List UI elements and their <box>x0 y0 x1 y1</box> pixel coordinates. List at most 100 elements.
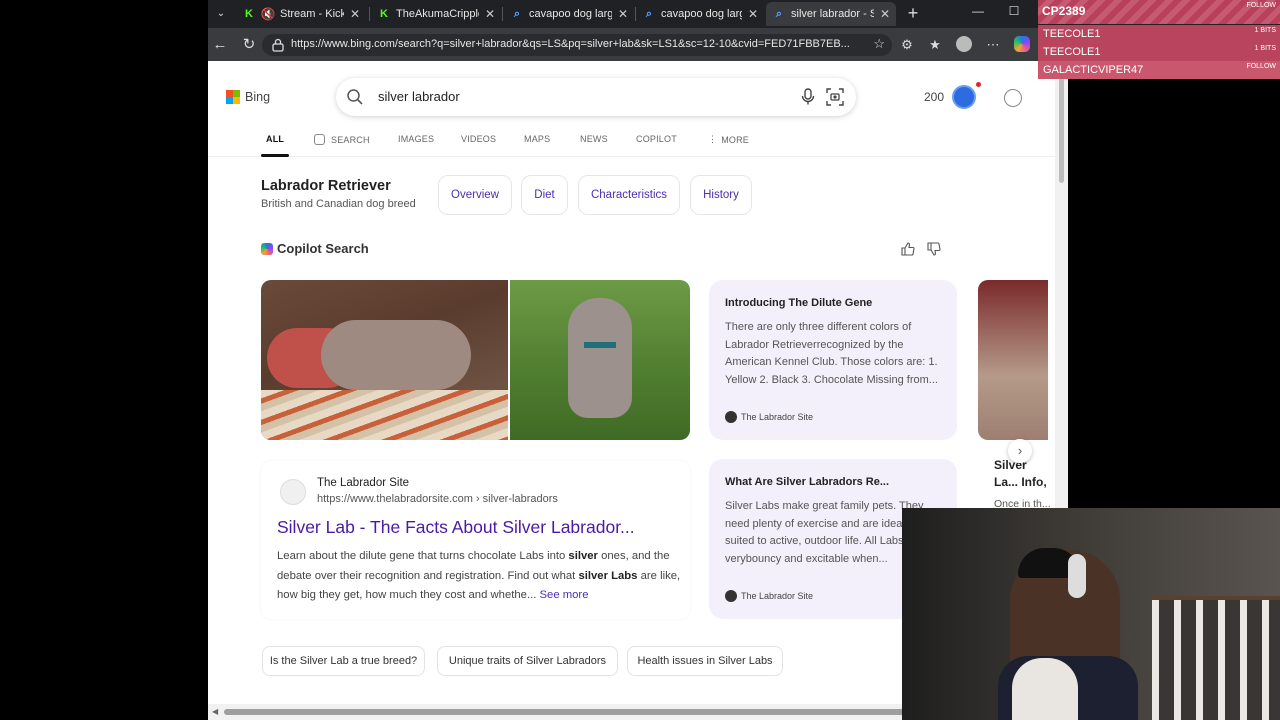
thumbs-down-icon[interactable] <box>927 242 941 256</box>
tab-maps[interactable]: MAPS <box>524 134 550 144</box>
dog-images-card[interactable] <box>261 280 690 440</box>
collar <box>584 342 616 348</box>
tab-more-label: MORE <box>721 134 750 145</box>
minimize-icon[interactable]: — <box>968 4 988 18</box>
more-menu-icon[interactable]: ⋯ <box>984 36 1002 54</box>
kick-logo-icon: K <box>380 8 388 20</box>
card-source[interactable]: The Labrador Site <box>725 590 813 602</box>
tab-list-dropdown-icon[interactable]: ⌄ <box>213 6 229 22</box>
dog-shape <box>321 320 471 390</box>
visual-search-icon[interactable] <box>826 88 844 106</box>
new-tab-button[interactable]: + <box>904 4 922 22</box>
rewards-icon[interactable] <box>952 85 976 109</box>
more-dots-icon: ⋮ <box>708 134 718 144</box>
close-tab-icon[interactable]: ✕ <box>485 7 495 21</box>
speaker-muted-icon[interactable]: 🔇 <box>261 7 276 21</box>
thumbs-up-icon[interactable] <box>901 242 915 256</box>
related-chip-unique-traits[interactable]: Unique traits of Silver Labradors <box>437 646 618 676</box>
tab-copilot[interactable]: COPILOT <box>636 134 677 144</box>
tab-images[interactable]: IMAGES <box>398 134 434 144</box>
tab-akuma[interactable]: K TheAkumaCrippled ✕ <box>371 2 501 26</box>
notification-dot <box>976 82 981 87</box>
copilot-search-heading: Copilot Search <box>261 241 369 256</box>
alert-name: TEECOLE1 <box>1043 46 1101 58</box>
puppy-shape <box>568 298 632 418</box>
copilot-search-icon <box>314 134 325 145</box>
carousel-next-icon[interactable]: › <box>1008 439 1032 463</box>
stream-alert: GALACTICVIPER47 FOLLOW <box>1038 61 1280 79</box>
tab-title: cavapoo dog large <box>661 8 742 20</box>
close-tab-icon[interactable]: ✕ <box>618 7 628 21</box>
close-tab-icon[interactable]: ✕ <box>350 7 360 21</box>
microsoft-logo-icon <box>226 90 240 104</box>
copilot-icon[interactable] <box>1013 36 1031 54</box>
bing-logo[interactable]: Bing <box>226 90 270 104</box>
partial-dog-image[interactable] <box>978 280 1048 440</box>
headphones <box>1068 554 1086 598</box>
back-icon[interactable]: ← <box>211 36 229 54</box>
tab-news[interactable]: NEWS <box>580 134 608 144</box>
result-title-link[interactable]: Silver Lab - The Facts About Silver Labr… <box>277 517 635 538</box>
maximize-icon[interactable]: ☐ <box>1004 4 1024 18</box>
tab-more[interactable]: ⋮ MORE <box>708 134 749 145</box>
tab-cavapoo-1[interactable]: ⌕ cavapoo dog large ✕ <box>504 2 634 26</box>
microphone-icon[interactable] <box>800 88 816 106</box>
rewards-points[interactable]: 200 <box>924 90 944 104</box>
scrollbar-thumb[interactable] <box>1059 63 1064 183</box>
result-url[interactable]: https://www.thelabradorsite.com › silver… <box>317 493 558 505</box>
copilot-card-dilute-gene[interactable]: Introducing The Dilute Gene There are on… <box>709 280 957 440</box>
tab-videos[interactable]: VIDEOS <box>461 134 496 144</box>
search-query-text[interactable]: silver labrador <box>378 89 460 104</box>
tab-separator <box>369 7 370 21</box>
card-source-label: The Labrador Site <box>741 412 814 422</box>
active-tab-indicator <box>261 154 289 157</box>
logo-text: Bing <box>245 90 271 104</box>
tab-all[interactable]: ALL <box>266 134 284 144</box>
tab-search[interactable]: SEARCH <box>314 134 370 145</box>
favorites-icon[interactable]: ★ <box>926 36 944 54</box>
search-icon <box>347 89 363 105</box>
tab-silver-labrador[interactable]: ⌕ silver labrador - Sea ✕ <box>766 2 896 26</box>
stream-alerts-overlay: CP2389 FOLLOW TEECOLE1 1 BITS TEECOLE1 1… <box>1038 0 1280 79</box>
related-chip-true-breed[interactable]: Is the Silver Lab a true breed? <box>262 646 425 676</box>
pill-overview[interactable]: Overview <box>438 175 512 215</box>
tab-title: silver labrador - Sea <box>791 8 874 20</box>
pill-history[interactable]: History <box>690 175 752 215</box>
tab-stream-kick[interactable]: K 🔇 Stream - Kick Da ✕ <box>236 2 366 26</box>
account-icon[interactable] <box>1004 89 1022 107</box>
stream-alert: TEECOLE1 1 BITS <box>1038 25 1280 43</box>
scroll-left-icon[interactable]: ◀ <box>212 707 218 716</box>
stream-alert: CP2389 FOLLOW <box>1038 0 1280 24</box>
pill-characteristics[interactable]: Characteristics <box>578 175 680 215</box>
close-tab-icon[interactable]: ✕ <box>880 7 890 21</box>
card-body: There are only three different colors of… <box>725 321 938 387</box>
url-text: https://www.bing.com/search?q=silver+lab… <box>291 38 850 50</box>
alert-type: 1 BITS <box>1254 45 1276 52</box>
search-input[interactable]: silver labrador <box>336 78 856 116</box>
card-source[interactable]: The Labrador Site <box>725 411 813 423</box>
result-site-name[interactable]: The Labrador Site <box>317 477 409 489</box>
pill-diet[interactable]: Diet <box>521 175 568 215</box>
globe-icon <box>280 479 306 505</box>
silver-lab-on-couch-image[interactable] <box>261 280 508 440</box>
see-more-link[interactable]: See more <box>540 589 589 601</box>
tab-title: TheAkumaCrippled <box>396 8 479 20</box>
related-chip-health-issues[interactable]: Health issues in Silver Labs <box>627 646 783 676</box>
extensions-icon[interactable]: ⚙ <box>898 36 916 54</box>
tab-cavapoo-2[interactable]: ⌕ cavapoo dog large ✕ <box>636 2 764 26</box>
alert-name: TEECOLE1 <box>1043 28 1101 40</box>
close-tab-icon[interactable]: ✕ <box>748 7 758 21</box>
search-nav-tabs: ALL SEARCH IMAGES VIDEOS MAPS NEWS COPIL… <box>208 127 1055 157</box>
profile-icon[interactable] <box>955 36 973 54</box>
blanket <box>261 390 508 440</box>
address-bar[interactable]: https://www.bing.com/search?q=silver+lab… <box>262 34 892 56</box>
favorite-star-icon[interactable]: ☆ <box>873 36 885 52</box>
globe-icon <box>725 411 737 423</box>
stream-alert: TEECOLE1 1 BITS <box>1038 43 1280 61</box>
silver-lab-puppy-grass-image[interactable] <box>510 280 690 440</box>
refresh-icon[interactable]: ↻ <box>240 36 258 54</box>
alert-type: 1 BITS <box>1254 27 1276 34</box>
card-title: Introducing The Dilute Gene <box>725 297 873 309</box>
bing-search-icon: ⌕ <box>645 7 653 20</box>
alert-name: CP2389 <box>1042 4 1086 18</box>
